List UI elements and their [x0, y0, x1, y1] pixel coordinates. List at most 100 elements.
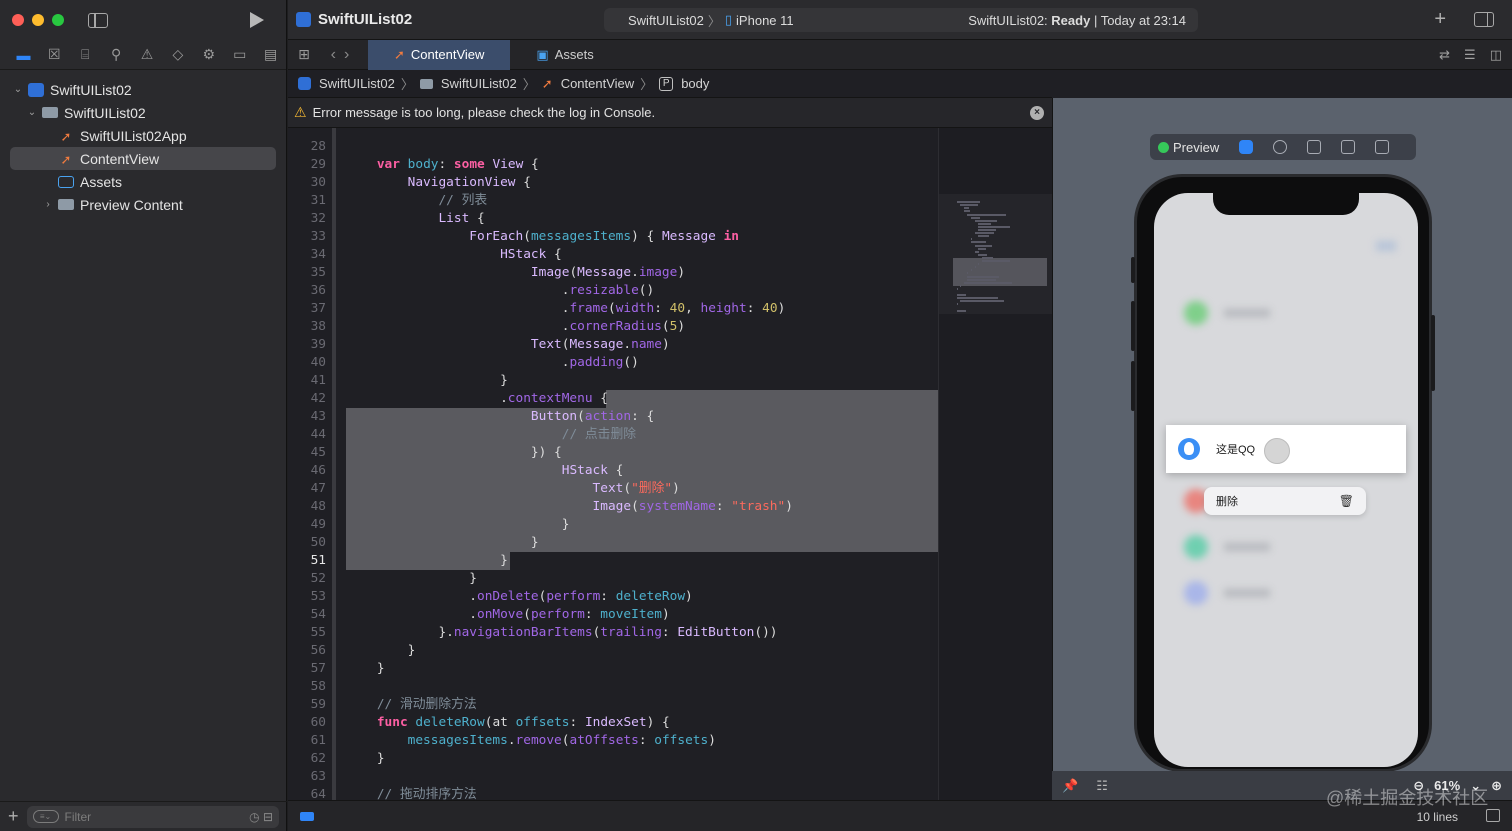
add-file-button[interactable]: + — [8, 806, 19, 827]
line-count: 10 lines — [1416, 810, 1458, 824]
code-line[interactable]: 58 — [288, 678, 938, 696]
code-line[interactable]: 38 .cornerRadius(5) — [288, 318, 938, 336]
code-line[interactable]: 48 Image(systemName: "trash") — [288, 498, 938, 516]
line-number: 57 — [310, 661, 326, 676]
code-line[interactable]: 40 .padding() — [288, 354, 938, 372]
code-line[interactable]: 34 HStack { — [288, 246, 938, 264]
code-line[interactable]: 53 .onDelete(perform: deleteRow) — [288, 588, 938, 606]
breadcrumb-item[interactable]: SwiftUIList02 — [441, 76, 517, 91]
library-plus-button[interactable]: + — [1434, 8, 1446, 31]
scheme-selector[interactable]: SwiftUIList02 〉 ▯ iPhone 11 SwiftUIList0… — [604, 8, 1198, 32]
code-line[interactable]: 37 .frame(width: 40, height: 40) — [288, 300, 938, 318]
minimize-window-button[interactable] — [32, 14, 44, 26]
tree-item-assets[interactable]: Assets — [0, 170, 286, 193]
tree-item-group[interactable]: ⌄ SwiftUIList02 — [0, 101, 286, 124]
editor-options-icon[interactable]: ☰ — [1464, 47, 1476, 63]
code-line[interactable]: 54 .onMove(perform: moveItem) — [288, 606, 938, 624]
tab-contentview[interactable]: ➚ ContentView — [368, 39, 511, 70]
code-line[interactable]: 32 List { — [288, 210, 938, 228]
variants-icon[interactable]: ☷ — [1096, 778, 1108, 794]
code-line[interactable]: 50 } — [288, 534, 938, 552]
code-line[interactable]: 42 .contextMenu { — [288, 390, 938, 408]
code-line[interactable]: 64 // 拖动排序方法 — [288, 786, 938, 800]
code-line[interactable]: 60 func deleteRow(at offsets: IndexSet) … — [288, 714, 938, 732]
swap-icon[interactable]: ⇄ — [1439, 47, 1450, 63]
code-line[interactable]: 31 // 列表 — [288, 192, 938, 210]
code-line[interactable]: 52 } — [288, 570, 938, 588]
code-line[interactable]: 63 — [288, 768, 938, 786]
minimap-line — [981, 256, 993, 259]
debug-area-toggle-icon[interactable] — [300, 812, 314, 821]
code-line[interactable]: 36 .resizable() — [288, 282, 938, 300]
source-control-icon[interactable]: ☒ — [39, 46, 70, 63]
inspector-toggle-icon[interactable] — [1474, 12, 1494, 27]
code-line[interactable]: 51 } — [288, 552, 938, 570]
code-line[interactable]: 33 ForEach(messagesItems) { Message in — [288, 228, 938, 246]
code-line[interactable]: 29 var body: some View { — [288, 156, 938, 174]
live-preview-icon[interactable] — [1239, 140, 1254, 154]
code-line[interactable]: 39 Text(Message.name) — [288, 336, 938, 354]
code-line[interactable]: 45 }) { — [288, 444, 938, 462]
minimap[interactable] — [938, 128, 1053, 800]
phone-screen[interactable]: 这是QQ 删除 🗑 — [1154, 193, 1418, 767]
run-button[interactable] — [250, 12, 264, 28]
canvas-toggle-icon[interactable] — [1486, 809, 1500, 822]
recent-files-icon[interactable]: ◷ ⊟ — [249, 810, 273, 824]
breadcrumb-item[interactable]: ContentView — [561, 76, 634, 91]
close-icon[interactable]: × — [1030, 105, 1044, 120]
scheme-device[interactable]: iPhone 11 — [736, 13, 794, 28]
context-menu-delete-item[interactable]: 删除 🗑 — [1204, 487, 1366, 515]
close-window-button[interactable] — [12, 14, 24, 26]
code-line[interactable]: 47 Text("删除") — [288, 480, 938, 498]
filter-input[interactable]: ≡⌄ Filter ◷ ⊟ — [26, 805, 279, 828]
code-line[interactable]: 57 } — [288, 660, 938, 678]
test-navigator-icon[interactable]: ◇ — [162, 46, 193, 63]
code-line[interactable]: 43 Button(action: { — [288, 408, 938, 426]
code-line[interactable]: 35 Image(Message.image) — [288, 264, 938, 282]
code-line[interactable]: 49 } — [288, 516, 938, 534]
code-line[interactable]: 30 NavigationView { — [288, 174, 938, 192]
rotate-device-icon[interactable] — [1307, 140, 1322, 154]
code-line[interactable]: 62 } — [288, 750, 938, 768]
report-navigator-icon[interactable]: ▤ — [255, 46, 286, 63]
tree-item-app-file[interactable]: ➚ SwiftUIList02App — [0, 124, 286, 147]
duplicate-preview-icon[interactable] — [1375, 140, 1390, 154]
code-line[interactable]: 59 // 滑动删除方法 — [288, 696, 938, 714]
tree-item-project[interactable]: ⌄ SwiftUIList02 — [0, 78, 286, 101]
find-navigator-icon[interactable]: ⚲ — [101, 46, 132, 63]
tree-item-contentview[interactable]: ➚ ContentView — [10, 147, 276, 170]
zoom-in-icon[interactable]: ⊕ — [1491, 778, 1502, 794]
device-settings-icon[interactable] — [1341, 140, 1356, 154]
preview-label-wrap: Preview — [1158, 140, 1219, 155]
code-line[interactable]: 46 HStack { — [288, 462, 938, 480]
code-line[interactable]: 56 } — [288, 642, 938, 660]
breakpoint-navigator-icon[interactable]: ▭ — [224, 46, 255, 63]
folder-navigator-icon[interactable]: ▬ — [8, 47, 39, 63]
related-items-icon[interactable]: ⊞ — [288, 46, 320, 63]
filter-options-icon[interactable]: ≡⌄ — [32, 810, 59, 823]
preview-canvas[interactable]: Preview 这是QQ 删除 🗑 — [1052, 98, 1512, 800]
chevron-right-icon[interactable]: › — [42, 199, 54, 210]
chevron-down-icon[interactable]: ⌄ — [12, 84, 24, 95]
symbol-navigator-icon[interactable]: ⌸ — [70, 46, 101, 63]
tree-item-preview-content[interactable]: › Preview Content — [0, 193, 286, 216]
inspect-preview-icon[interactable] — [1273, 140, 1288, 154]
tab-assets[interactable]: ▣ Assets — [510, 40, 619, 70]
back-forward-icon[interactable]: ‹› — [320, 46, 368, 64]
zoom-window-button[interactable] — [52, 14, 64, 26]
minimap-line — [956, 294, 967, 297]
code-line[interactable]: 55 }.navigationBarItems(trailing: EditBu… — [288, 624, 938, 642]
split-editor-icon[interactable]: ◫ — [1490, 47, 1502, 63]
chevron-down-icon[interactable]: ⌄ — [26, 107, 38, 118]
code-line[interactable]: 28 — [288, 138, 938, 156]
issue-navigator-icon[interactable]: ⚠ — [132, 46, 163, 63]
breadcrumb-item[interactable]: body — [681, 76, 709, 91]
pin-icon[interactable]: 📌 — [1062, 778, 1078, 794]
code-line[interactable]: 41 } — [288, 372, 938, 390]
sidebar-toggle-icon[interactable] — [88, 12, 108, 28]
code-line[interactable]: 61 messagesItems.remove(atOffsets: offse… — [288, 732, 938, 750]
debug-navigator-icon[interactable]: ⚙ — [193, 46, 224, 63]
code-line[interactable]: 44 // 点击删除 — [288, 426, 938, 444]
scheme-target[interactable]: SwiftUIList02 — [628, 13, 704, 28]
breadcrumb-item[interactable]: SwiftUIList02 — [319, 76, 395, 91]
